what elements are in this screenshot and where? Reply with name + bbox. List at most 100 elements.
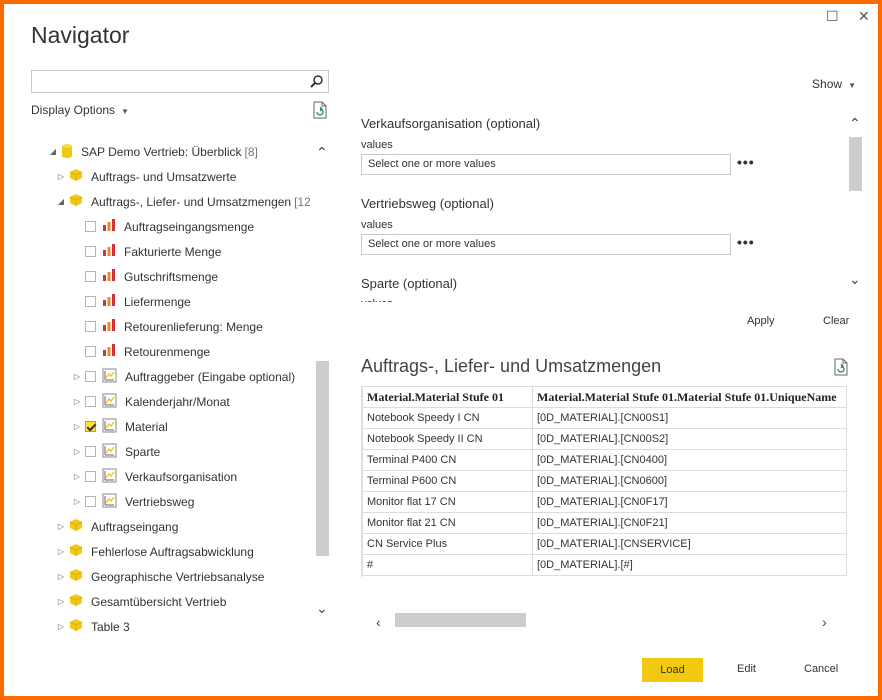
chevron-down-icon[interactable]: ⌄ — [849, 271, 861, 288]
table-row: CN Service Plus [0D_MATERIAL].[CNSERVICE] — [362, 533, 847, 555]
more-options-icon[interactable]: ••• — [737, 154, 755, 170]
tree-item-label: Gutschriftsmenge — [124, 269, 219, 284]
tree-item-checkbox[interactable] — [85, 396, 96, 407]
vertriebsweg-select[interactable]: Select one or more values — [361, 234, 731, 255]
column-header[interactable]: Material.Material Stufe 01 — [362, 386, 533, 408]
tree-item[interactable]: ▷ Verkaufsorganisation — [71, 464, 237, 489]
table-cell: [0D_MATERIAL].[CN0F17] — [532, 491, 847, 513]
chevron-right-icon[interactable]: › — [822, 614, 827, 630]
chevron-down-icon[interactable]: ⌄ — [316, 600, 328, 617]
tree-item-checkbox[interactable] — [85, 371, 96, 382]
tree-item-checkbox[interactable] — [85, 271, 96, 282]
tree-item-checkbox[interactable] — [85, 471, 96, 482]
refresh-icon[interactable] — [312, 101, 328, 124]
search-box[interactable] — [31, 70, 329, 93]
load-button[interactable]: Load — [642, 658, 703, 682]
caret-down-icon: ▼ — [121, 107, 129, 116]
tree-item[interactable]: ◢ SAP Demo Vertrieb: Überblick [8] — [47, 139, 258, 164]
show-dropdown[interactable]: Show ▼ — [812, 77, 856, 91]
collapse-triangle-icon[interactable]: ▷ — [71, 372, 83, 381]
tree-item[interactable]: ▷ Auftraggeber (Eingabe optional) — [71, 364, 295, 389]
tree-item[interactable]: ◢ Auftrags-, Liefer- und Umsatzmengen[12] — [55, 189, 311, 214]
more-options-icon[interactable]: ••• — [737, 234, 755, 250]
tree-item[interactable]: Auftragseingangsmenge — [71, 214, 254, 239]
tree-item-label: Auftrags- und Umsatzwerte — [91, 169, 237, 184]
clear-button[interactable]: Clear — [823, 315, 849, 327]
tree-item[interactable]: Retourenmenge — [71, 339, 210, 364]
tree-item-checkbox[interactable] — [85, 246, 96, 257]
maximize-button[interactable]: ☐ — [826, 8, 839, 25]
chevron-left-icon[interactable]: ‹ — [376, 614, 381, 630]
collapse-triangle-icon[interactable]: ▷ — [71, 397, 83, 406]
bar-chart-icon — [102, 293, 116, 310]
tree-item[interactable]: Liefermenge — [71, 289, 191, 314]
tree-scrollbar-thumb[interactable] — [316, 361, 329, 556]
table-row: Notebook Speedy II CN [0D_MATERIAL].[CN00… — [362, 428, 847, 450]
parameters-scrollbar-thumb[interactable] — [849, 137, 862, 191]
tree-item-checkbox[interactable] — [85, 346, 96, 357]
tree-item-label: Auftragseingang — [91, 519, 179, 534]
table-row: Terminal P600 CN [0D_MATERIAL].[CN0600] — [362, 470, 847, 492]
display-options-dropdown[interactable]: Display Options ▼ — [31, 103, 129, 117]
tree-item[interactable]: ▷ Vertriebsweg — [71, 489, 194, 514]
table-row: Monitor flat 17 CN [0D_MATERIAL].[CN0F17] — [362, 491, 847, 513]
search-input[interactable] — [32, 71, 302, 92]
cube-icon — [69, 593, 83, 610]
tree-item[interactable]: ▷ Table 3 — [55, 614, 130, 639]
tree-item-checkbox[interactable] — [85, 221, 96, 232]
refresh-icon[interactable] — [833, 358, 849, 381]
collapse-triangle-icon[interactable]: ▷ — [71, 447, 83, 456]
chevron-up-icon[interactable]: ⌃ — [316, 144, 328, 161]
tree-item[interactable]: ▷ Gesamtübersicht Vertrieb — [55, 589, 226, 614]
table-header-row: Material.Material Stufe 01 Material.Mate… — [362, 386, 847, 408]
tree-item[interactable]: ▷ Kalenderjahr/Monat — [71, 389, 230, 414]
cylinder-icon — [61, 143, 73, 161]
tree-item-checkbox[interactable] — [85, 446, 96, 457]
tree-item[interactable]: Gutschriftsmenge — [71, 264, 218, 289]
verkaufsorganisation-select[interactable]: Select one or more values — [361, 154, 731, 175]
tree-item-checkbox[interactable] — [85, 496, 96, 507]
window-title: Navigator — [31, 22, 130, 48]
tree-item[interactable]: ▷ Sparte — [71, 439, 160, 464]
collapse-triangle-icon[interactable]: ▷ — [71, 422, 83, 431]
cancel-button[interactable]: Cancel — [804, 663, 838, 675]
expand-triangle-icon[interactable]: ◢ — [55, 197, 67, 206]
table-row: Monitor flat 21 CN [0D_MATERIAL].[CN0F21] — [362, 512, 847, 534]
collapse-triangle-icon[interactable]: ▷ — [55, 572, 67, 581]
collapse-triangle-icon[interactable]: ▷ — [71, 472, 83, 481]
search-icon[interactable] — [310, 74, 324, 93]
apply-button[interactable]: Apply — [747, 315, 775, 327]
tree-item-label: Table 3 — [91, 619, 130, 634]
tree-item[interactable]: ▷ Fehlerlose Auftragsabwicklung — [55, 539, 254, 564]
dimension-icon — [102, 418, 117, 436]
tree-item[interactable]: Retourenlieferung: Menge — [71, 314, 263, 339]
tree-item-checkbox[interactable] — [85, 296, 96, 307]
chevron-up-icon[interactable]: ⌃ — [849, 115, 861, 132]
dimension-icon — [102, 443, 117, 461]
horizontal-scrollbar-thumb[interactable] — [395, 613, 526, 627]
tree-item-checkbox[interactable] — [85, 421, 96, 432]
collapse-triangle-icon[interactable]: ▷ — [55, 547, 67, 556]
close-button[interactable]: ✕ — [858, 8, 870, 25]
tree-item[interactable]: ▷ Material — [71, 414, 168, 439]
tree-item-label: Gesamtübersicht Vertrieb — [91, 594, 227, 609]
collapse-triangle-icon[interactable]: ▷ — [55, 172, 67, 181]
tree-item[interactable]: ▷ Auftrags- und Umsatzwerte — [55, 164, 236, 189]
column-header[interactable]: Material.Material Stufe 01.Material Stuf… — [532, 386, 847, 408]
bar-chart-icon — [102, 243, 116, 260]
edit-button[interactable]: Edit — [737, 663, 756, 675]
table-cell: Notebook Speedy I CN — [362, 407, 533, 429]
tree-item[interactable]: Fakturierte Menge — [71, 239, 221, 264]
collapse-triangle-icon[interactable]: ▷ — [55, 622, 67, 631]
expand-triangle-icon[interactable]: ◢ — [47, 147, 59, 156]
collapse-triangle-icon[interactable]: ▷ — [71, 497, 83, 506]
collapse-triangle-icon[interactable]: ▷ — [55, 522, 67, 531]
tree-item-checkbox[interactable] — [85, 321, 96, 332]
cube-icon — [69, 618, 83, 635]
tree-item[interactable]: ▷ Geographische Vertriebsanalyse — [55, 564, 264, 589]
caret-down-icon: ▼ — [848, 81, 856, 90]
preview-title: Auftrags-, Liefer- und Umsatzmengen — [361, 356, 662, 376]
tree-item[interactable]: ▷ Auftragseingang — [55, 514, 178, 539]
collapse-triangle-icon[interactable]: ▷ — [55, 597, 67, 606]
tree-item-label: Fehlerlose Auftragsabwicklung — [91, 544, 254, 559]
